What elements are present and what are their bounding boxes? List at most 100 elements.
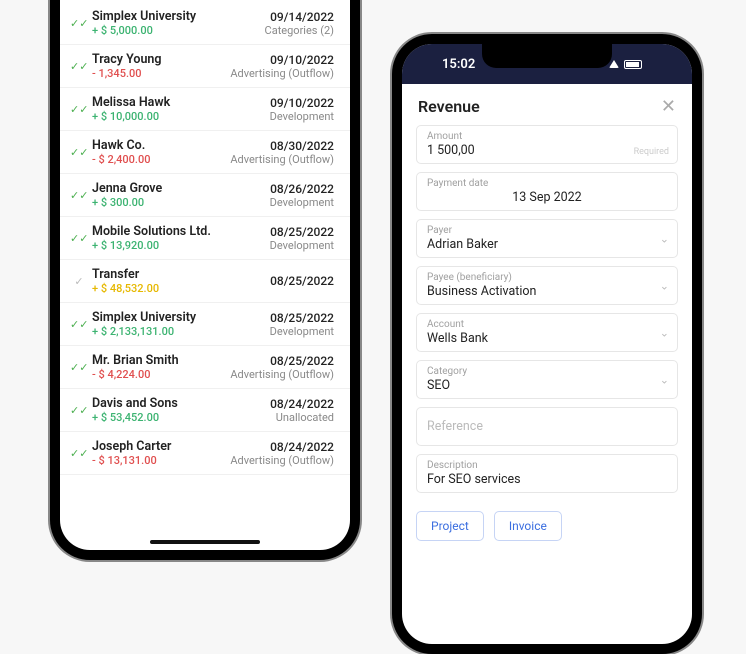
transaction-meta: 08/25/2022Advertising (Outflow) (230, 354, 334, 381)
payment-date-value: 13 Sep 2022 (427, 189, 667, 205)
transaction-title: Simplex University (92, 310, 270, 325)
transaction-category: Development (270, 325, 334, 338)
transaction-date: 08/25/2022 (270, 274, 334, 288)
payee-field[interactable]: Payee (beneficiary) Business Activation … (416, 266, 678, 305)
home-indicator (150, 540, 260, 544)
transaction-amount: + $ 2,133,131.00 (92, 325, 270, 338)
transaction-meta: 08/30/2022Advertising (Outflow) (230, 139, 334, 166)
transaction-row[interactable]: ✓✓ Simplex University+ $ 2,133,131.0008/2… (60, 303, 350, 346)
check-icon: ✓ (70, 275, 88, 288)
amount-field[interactable]: Amount 1 500,00 Required (416, 125, 678, 164)
transaction-row[interactable]: ✓✓Hawk Co.- $ 2,400.0008/30/2022Advertis… (60, 131, 350, 174)
transaction-row[interactable]: ✓ Transfer+ $ 48,532.0008/25/2022 (60, 260, 350, 303)
transaction-date: 09/14/2022 (265, 10, 334, 24)
transaction-amount: + $ 10,000.00 (92, 110, 270, 123)
wifi-icon (609, 60, 619, 68)
chevron-down-icon: ⌄ (660, 232, 669, 245)
transaction-meta: 08/25/2022Development (270, 311, 334, 338)
transaction-meta: 08/25/2022Development (270, 225, 334, 252)
phone-right-screen: 15:02 Revenue ✕ Amount 1 500,00 Required… (402, 44, 692, 644)
check-icon: ✓✓ (70, 404, 88, 417)
transaction-list[interactable]: ✓✓Simplex University+ $ 5,000.0009/14/20… (60, 0, 350, 475)
transaction-category: Advertising (Outflow) (230, 454, 334, 467)
amount-value: 1 500,00 (427, 142, 667, 158)
transaction-main: Mobile Solutions Ltd.+ $ 13,920.00 (92, 224, 270, 252)
transaction-title: Hawk Co. (92, 138, 230, 153)
phone-right: 15:02 Revenue ✕ Amount 1 500,00 Required… (392, 34, 702, 654)
transaction-date: 09/10/2022 (270, 96, 334, 110)
transaction-meta: 09/10/2022Development (270, 96, 334, 123)
check-icon: ✓✓ (70, 189, 88, 202)
transaction-meta: 08/24/2022Unallocated (270, 397, 334, 424)
transaction-category: Development (270, 110, 334, 123)
account-value: Wells Bank (427, 330, 667, 346)
transaction-title: Transfer (92, 267, 270, 282)
transaction-main: Mr. Brian Smith- $ 4,224.00 (92, 353, 230, 381)
payment-date-label: Payment date (427, 178, 667, 189)
transaction-amount: + $ 53,452.00 (92, 411, 270, 424)
page-title: Revenue (418, 97, 480, 116)
payer-field[interactable]: Payer Adrian Baker ⌄ (416, 219, 678, 258)
transaction-row[interactable]: ✓✓Mr. Brian Smith- $ 4,224.0008/25/2022A… (60, 346, 350, 389)
category-value: SEO (427, 377, 667, 393)
transaction-row[interactable]: ✓✓ Davis and Sons+ $ 53,452.0008/24/2022U… (60, 389, 350, 432)
transaction-date: 08/24/2022 (230, 440, 334, 454)
payer-value: Adrian Baker (427, 236, 667, 252)
account-label: Account (427, 319, 667, 330)
transaction-amount: - 1,345.00 (92, 67, 230, 80)
transaction-row[interactable]: ✓✓Melissa Hawk+ $ 10,000.0009/10/2022Dev… (60, 88, 350, 131)
category-field[interactable]: Category SEO ⌄ (416, 360, 678, 399)
transaction-main: Transfer+ $ 48,532.00 (92, 267, 270, 295)
transaction-main: Davis and Sons+ $ 53,452.00 (92, 396, 270, 424)
transaction-main: Simplex University+ $ 5,000.00 (92, 9, 265, 37)
transaction-category: Advertising (Outflow) (230, 153, 334, 166)
check-icon: ✓✓ (70, 447, 88, 460)
phone-left: ✓✓Simplex University+ $ 5,000.0009/14/20… (50, 0, 360, 560)
transaction-meta: 08/26/2022Development (270, 182, 334, 209)
transaction-amount: + $ 5,000.00 (92, 24, 265, 37)
transaction-row[interactable]: ✓✓Simplex University+ $ 5,000.0009/14/20… (60, 2, 350, 45)
description-value: For SEO services (427, 471, 667, 487)
transaction-main: Simplex University+ $ 2,133,131.00 (92, 310, 270, 338)
transaction-amount: - $ 13,131.00 (92, 454, 230, 467)
project-button[interactable]: Project (416, 511, 484, 541)
transaction-date: 08/25/2022 (270, 225, 334, 239)
transaction-row[interactable]: ✓✓Jenna Grove+ $ 300.0008/26/2022Develop… (60, 174, 350, 217)
transaction-row[interactable]: ✓✓ Joseph Carter- $ 13,131.0008/24/2022Ad… (60, 432, 350, 475)
transaction-main: Joseph Carter- $ 13,131.00 (92, 439, 230, 467)
battery-icon (624, 60, 642, 69)
transaction-amount: + $ 300.00 (92, 196, 270, 209)
chevron-down-icon: ⌄ (660, 326, 669, 339)
description-label: Description (427, 460, 667, 471)
transaction-main: Tracy Young- 1,345.00 (92, 52, 230, 80)
transaction-date: 08/24/2022 (270, 397, 334, 411)
transaction-title: Mr. Brian Smith (92, 353, 230, 368)
account-field[interactable]: Account Wells Bank ⌄ (416, 313, 678, 352)
transaction-date: 09/10/2022 (230, 53, 334, 67)
transaction-row[interactable]: ✓✓Tracy Young- 1,345.0009/10/2022Adverti… (60, 45, 350, 88)
transaction-date: 08/25/2022 (230, 354, 334, 368)
transaction-title: Melissa Hawk (92, 95, 270, 110)
transaction-amount: + $ 13,920.00 (92, 239, 270, 252)
payee-value: Business Activation (427, 283, 667, 299)
transaction-date: 08/30/2022 (230, 139, 334, 153)
transaction-main: Melissa Hawk+ $ 10,000.00 (92, 95, 270, 123)
category-label: Category (427, 366, 667, 377)
transaction-meta: 08/24/2022Advertising (Outflow) (230, 440, 334, 467)
invoice-button[interactable]: Invoice (494, 511, 562, 541)
close-icon[interactable]: ✕ (661, 96, 676, 117)
check-icon: ✓✓ (70, 318, 88, 331)
description-field[interactable]: Description For SEO services (416, 454, 678, 493)
revenue-form: Revenue ✕ Amount 1 500,00 Required Payme… (402, 84, 692, 551)
reference-field[interactable]: Reference (416, 407, 678, 446)
transaction-category: Categories (2) (265, 24, 334, 37)
transaction-meta: 09/10/2022Advertising (Outflow) (230, 53, 334, 80)
transaction-category: Advertising (Outflow) (230, 368, 334, 381)
transaction-category: Development (270, 196, 334, 209)
payment-date-field[interactable]: Payment date 13 Sep 2022 (416, 172, 678, 211)
transaction-row[interactable]: ✓✓Mobile Solutions Ltd.+ $ 13,920.0008/2… (60, 217, 350, 260)
transaction-category: Development (270, 239, 334, 252)
transaction-meta: 09/14/2022Categories (2) (265, 10, 334, 37)
chevron-down-icon: ⌄ (660, 279, 669, 292)
transaction-date: 08/25/2022 (270, 311, 334, 325)
